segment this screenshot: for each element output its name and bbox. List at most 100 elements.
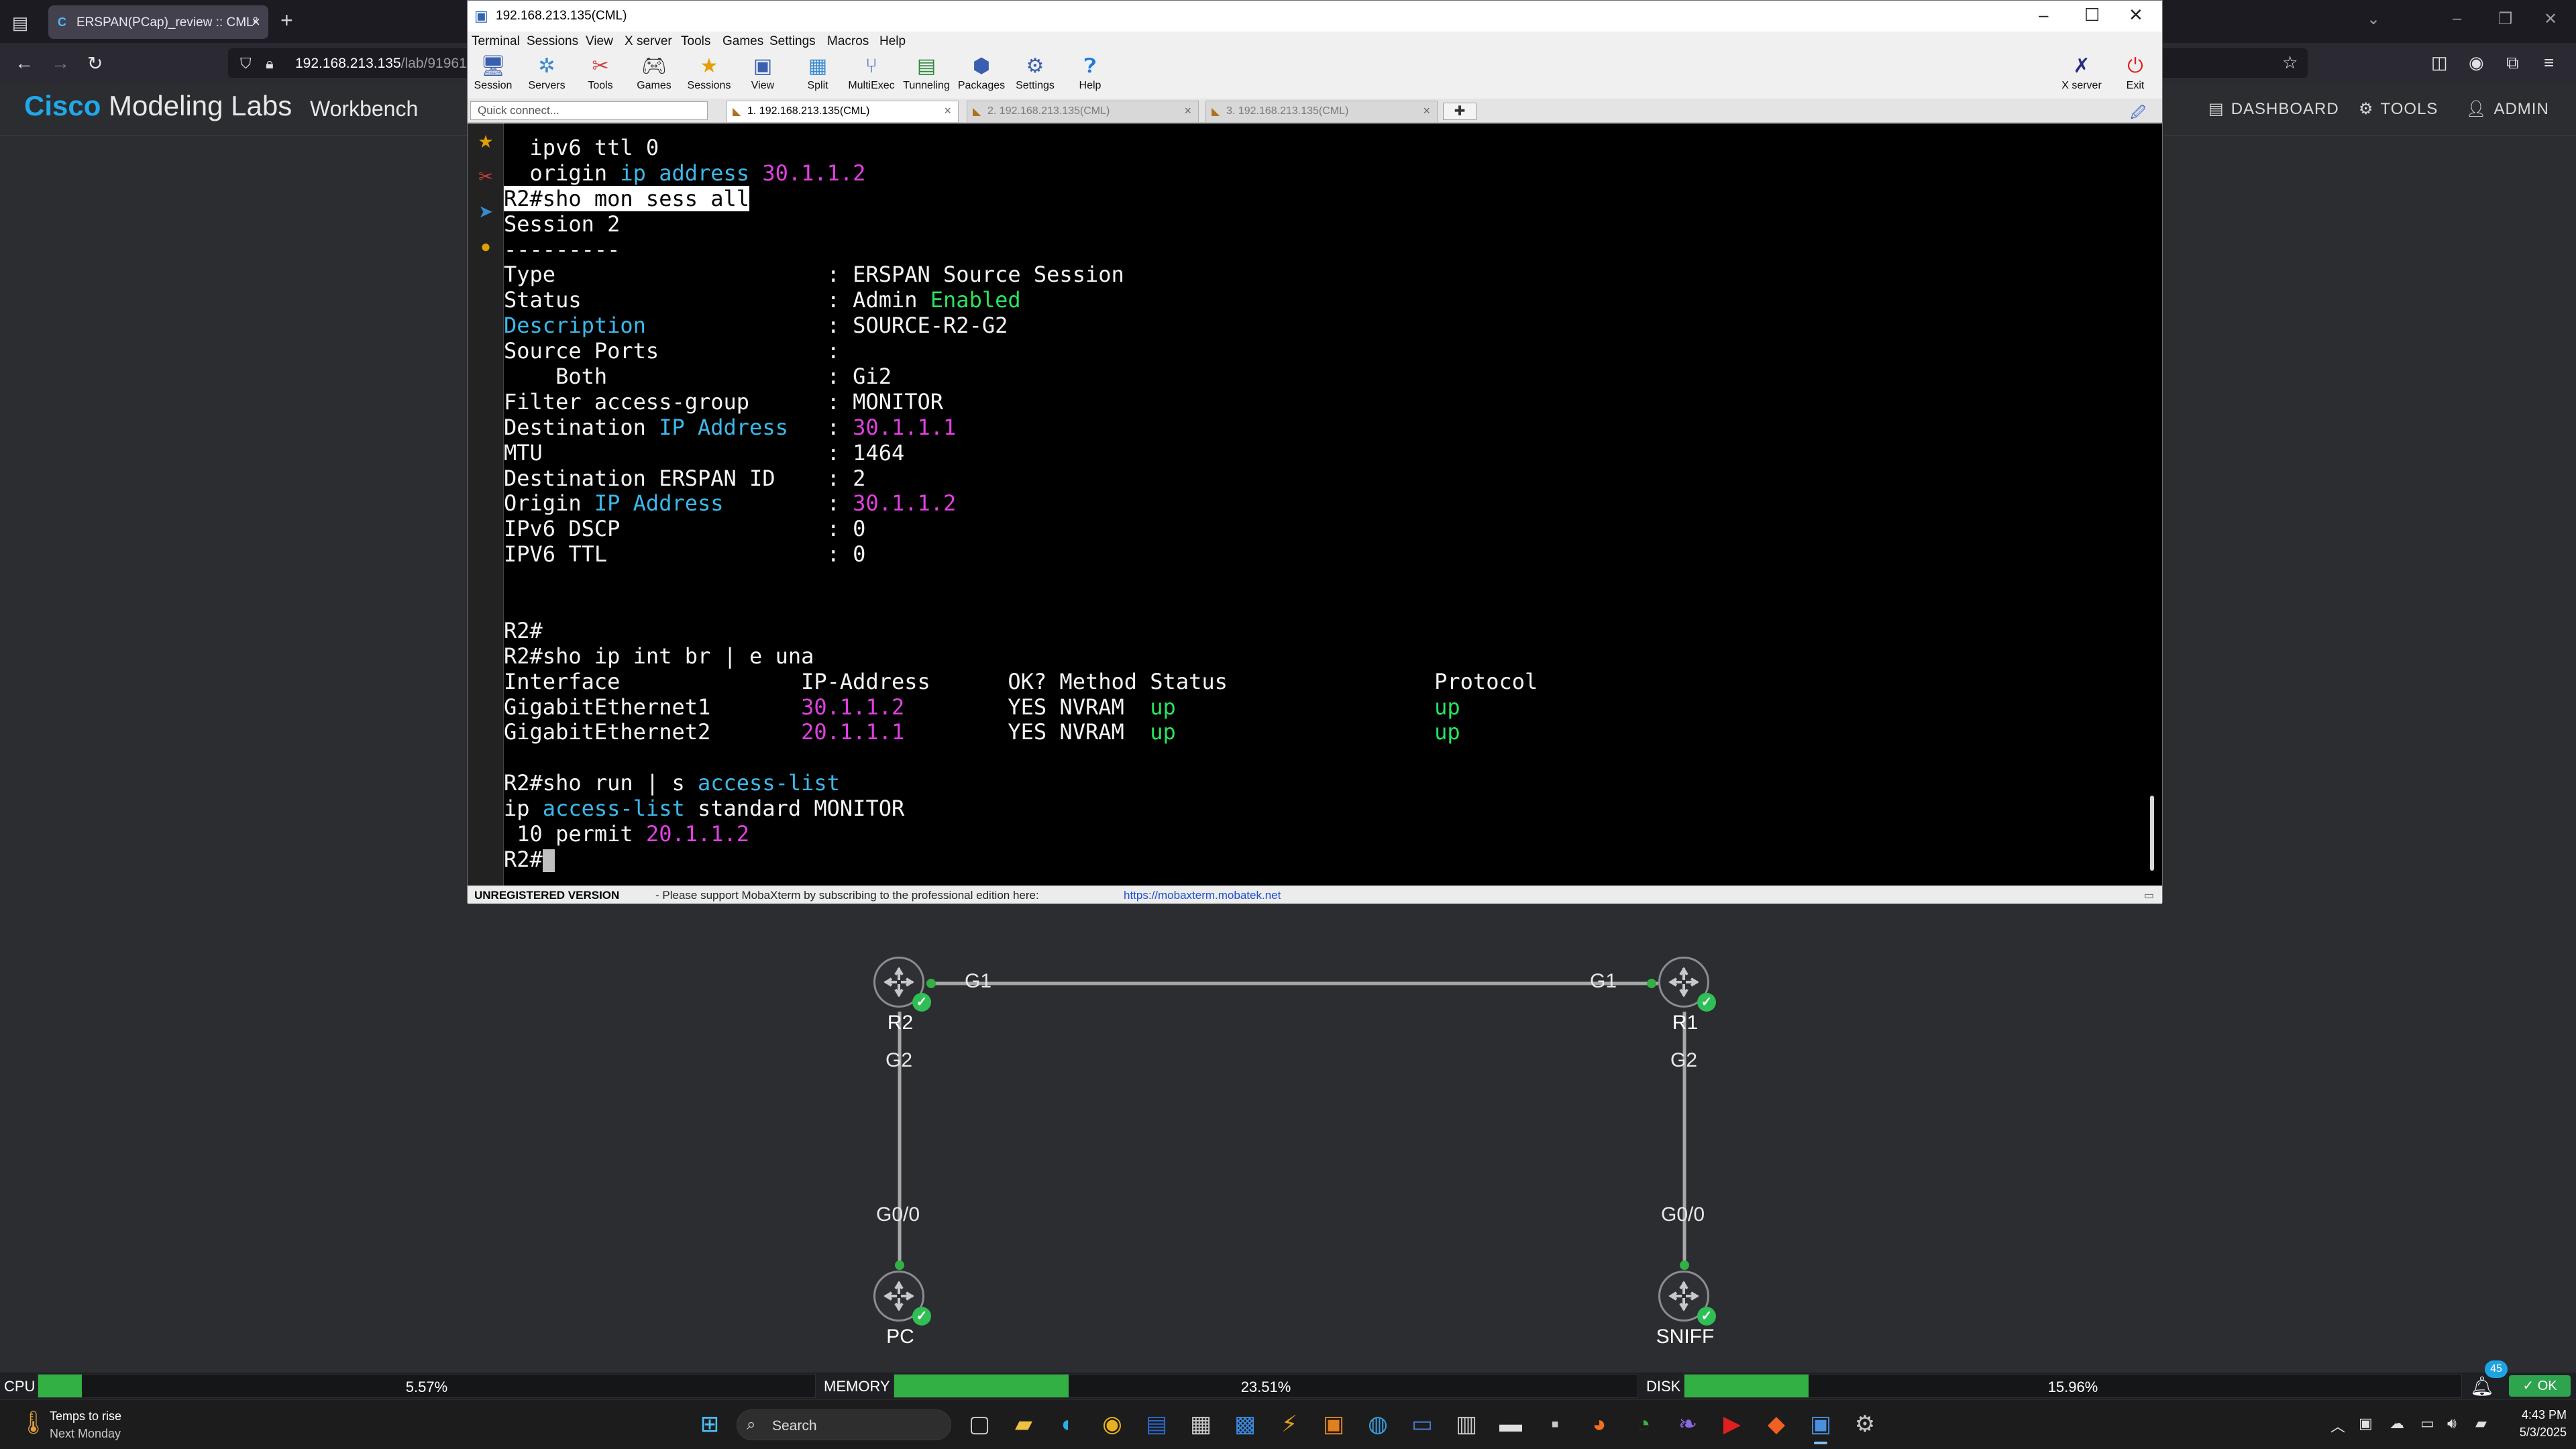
menu-terminal[interactable]: Terminal <box>472 34 520 49</box>
tray-app-icon[interactable]: ▣ <box>2359 1415 2373 1432</box>
weather-line-1[interactable]: Temps to rise <box>50 1409 121 1424</box>
menu-xserver[interactable]: X server <box>625 34 672 49</box>
taskbar-date[interactable]: 5/3/2025 <box>2513 1426 2567 1440</box>
status-monitor-icon[interactable]: ▭ <box>2144 889 2154 902</box>
browser-tab-active[interactable]: C ERSPAN(PCap)_review :: CML² × <box>48 5 268 39</box>
close-tab-icon[interactable]: × <box>252 13 260 31</box>
router-node-r2[interactable]: ✓ <box>873 957 931 1012</box>
menu-games[interactable]: Games <box>722 34 763 49</box>
back-icon[interactable]: ← <box>15 52 34 74</box>
toolbar-multiexec-button[interactable]: ⑂ MultiExec <box>845 53 898 96</box>
list-all-tabs-icon[interactable]: ⌄ <box>2367 9 2380 29</box>
network-icon[interactable]: ▭ <box>2420 1415 2434 1432</box>
taskbar-search[interactable]: ⌕ Search <box>737 1409 951 1440</box>
menu-help[interactable]: Help <box>879 34 906 49</box>
dashboard-link[interactable]: ▤ DASHBOARD <box>2208 99 2339 119</box>
battery-icon[interactable]: ▰ <box>2475 1415 2487 1432</box>
system-ok-button[interactable]: ✓ OK <box>2509 1375 2571 1397</box>
printer-icon[interactable]: ▥ <box>1450 1408 1483 1440</box>
feather-app-icon[interactable]: ❧ <box>1672 1408 1704 1440</box>
toolbar-tools-button[interactable]: ✂ Tools <box>574 53 627 96</box>
browser-minimize-icon[interactable]: – <box>2453 9 2461 28</box>
toolbar-split-button[interactable]: ▦ Split <box>791 53 845 96</box>
edge-browser-icon[interactable]: ◐ <box>1052 1408 1084 1440</box>
new-tab-icon[interactable]: + <box>280 8 293 33</box>
router-node-r1[interactable]: ✓ <box>1658 957 1716 1012</box>
toolbar-session-button[interactable]: 🖥︎ Session <box>466 53 520 96</box>
youtube-icon[interactable]: ▶ <box>1716 1408 1748 1440</box>
calculator-icon[interactable]: ▦ <box>1185 1408 1217 1440</box>
tray-overflow-icon[interactable]: ︿ <box>2330 1415 2345 1436</box>
macros-icon[interactable]: ● <box>476 236 496 256</box>
mobaxterm-titlebar[interactable]: ▣ 192.168.213.135(CML) – ☐ ✕ <box>468 1 2162 32</box>
toolbar-games-button[interactable]: 🎮︎ Games <box>627 53 681 96</box>
tools-sidebar-icon[interactable]: ✂ <box>476 166 496 186</box>
close-tab-icon[interactable]: × <box>1184 104 1191 118</box>
toolbar-tunneling-button[interactable]: ▤ Tunneling <box>900 53 953 96</box>
globe-app-icon[interactable]: ◍ <box>1362 1408 1394 1440</box>
menu-view[interactable]: View <box>586 34 613 49</box>
weather-line-2[interactable]: Next Monday <box>50 1427 121 1441</box>
terminal-output[interactable]: ipv6 ttl 0 origin ip address 30.1.1.2 R2… <box>504 123 2162 885</box>
topology-canvas[interactable]: ✓ R2 ✓ R1 ✓ PC ✓ SNIFF G1 G1 G2 G2 G0/0 … <box>0 903 2576 1373</box>
network-tool-icon[interactable]: ⚡︎ <box>1273 1408 1305 1440</box>
bookmark-star-icon[interactable]: ☆ <box>2282 52 2298 73</box>
toolbar-packages-button[interactable]: ⬢ Packages <box>955 53 1008 96</box>
remote-desktop-icon[interactable]: ▭ <box>1406 1408 1438 1440</box>
quick-connect-input[interactable]: Quick connect... <box>470 101 708 120</box>
forward-icon[interactable]: → <box>51 52 70 74</box>
moba-close-icon[interactable]: ✕ <box>2129 5 2143 25</box>
url-text[interactable]: 192.168.213.135/lab/919615 <box>295 56 474 72</box>
moba-maximize-icon[interactable]: ☐ <box>2084 5 2100 25</box>
capture-tool-icon[interactable]: ▣ <box>1318 1408 1350 1440</box>
admin-link[interactable]: 👤︎ ADMIN <box>2466 99 2549 119</box>
chrome-browser-icon[interactable]: ◉ <box>1096 1408 1128 1440</box>
session-tab-3[interactable]: ◣ 3. 192.168.213.135(CML) × <box>1205 101 1438 122</box>
router-node-pc[interactable]: ✓ <box>873 1271 931 1326</box>
photos-icon[interactable]: ▩ <box>1229 1408 1261 1440</box>
menu-icon[interactable]: ≡ <box>2544 52 2554 73</box>
toolbar-view-button[interactable]: ▣ View <box>736 53 790 96</box>
weather-thermometer-icon[interactable]: 🌡︎ <box>19 1409 48 1436</box>
toolbar-servers-button[interactable]: ✲ Servers <box>520 53 574 96</box>
sessions-star-icon[interactable]: ★ <box>476 131 496 152</box>
toolbar-sessions-button[interactable]: ★ Sessions <box>682 53 736 96</box>
new-session-tab-button[interactable]: ✚ <box>1443 103 1477 120</box>
tab-list-icon[interactable]: ▤ <box>8 11 32 35</box>
menu-settings[interactable]: Settings <box>769 34 816 49</box>
toolbar-exit-button[interactable]: ⏻ Exit <box>2108 53 2162 96</box>
bell-icon[interactable]: 🔔︎ <box>2470 1375 2494 1397</box>
settings-icon[interactable]: ⚙ <box>1849 1408 1881 1440</box>
send-icon[interactable]: ➤ <box>476 201 496 221</box>
reload-icon[interactable]: ↻ <box>87 52 103 74</box>
file-explorer-icon[interactable]: ▰ <box>1008 1408 1040 1440</box>
close-tab-icon[interactable]: × <box>1423 104 1430 118</box>
volume-icon[interactable]: 🔊︎ <box>2447 1415 2457 1432</box>
toolbar-help-button[interactable]: ❓︎ Help <box>1063 53 1117 96</box>
menu-tools[interactable]: Tools <box>681 34 710 49</box>
firefox-icon[interactable]: ◕ <box>1583 1408 1615 1440</box>
terminal-prompt-line[interactable]: R2# <box>504 847 1538 873</box>
pocket-icon[interactable]: ◫ <box>2431 52 2448 73</box>
tools-link[interactable]: ⚙ TOOLS <box>2359 99 2438 119</box>
start-windows-icon[interactable]: ⊞ <box>694 1408 726 1440</box>
terminal-scrollbar[interactable] <box>2150 796 2154 871</box>
mobaxterm-taskbar-icon[interactable]: ▣ <box>1805 1408 1837 1444</box>
sublime-icon[interactable]: ◆ <box>1760 1408 1792 1440</box>
close-tab-icon[interactable]: × <box>944 104 951 118</box>
browser-restore-icon[interactable]: ❐ <box>2498 9 2513 29</box>
taskbar-time[interactable]: 4:43 PM <box>2513 1408 2567 1422</box>
account-icon[interactable]: ◉ <box>2469 52 2484 73</box>
lock-icon[interactable]: 🔒︎ <box>266 55 274 72</box>
mobatek-link[interactable]: https://mobaxterm.mobatek.net <box>1124 889 1281 902</box>
cml-logo[interactable]: Cisco Modeling Labs <box>24 90 292 122</box>
moba-minimize-icon[interactable]: – <box>2039 5 2048 25</box>
toolbar-settings-button[interactable]: ⚙ Settings <box>1008 53 1062 96</box>
console-app-icon[interactable]: ▪ <box>1539 1408 1571 1440</box>
menu-macros[interactable]: Macros <box>827 34 869 49</box>
browser-close-icon[interactable]: ✕ <box>2544 9 2557 29</box>
router-node-sniff[interactable]: ✓ <box>1658 1271 1716 1326</box>
extensions-icon[interactable]: ⧉ <box>2506 52 2519 74</box>
mobaxterm-window[interactable]: ▣ 192.168.213.135(CML) – ☐ ✕ Terminal Se… <box>466 0 2163 904</box>
task-view-icon[interactable]: ▢ <box>963 1408 996 1440</box>
